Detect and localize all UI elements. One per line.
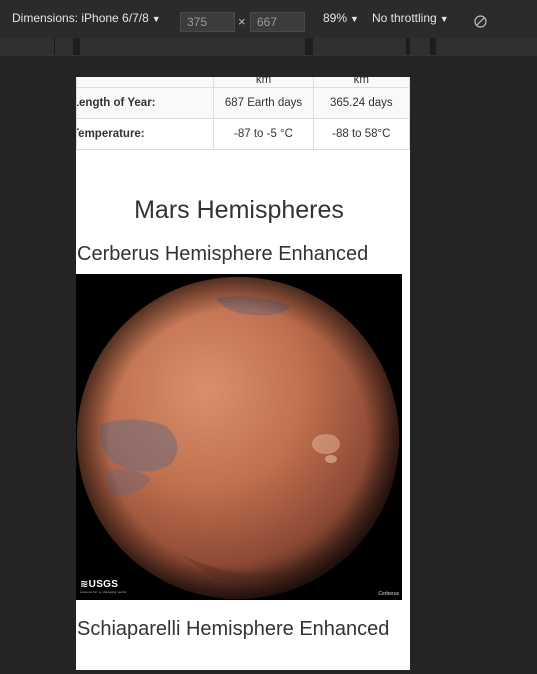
table-cell: -87 to -5 °C — [213, 118, 314, 150]
zoom-dropdown[interactable]: 89% ▼ — [323, 11, 359, 25]
dimension-separator: × — [238, 14, 246, 29]
throttling-dropdown[interactable]: No throttling ▼ — [372, 11, 449, 25]
media-query-segment[interactable] — [436, 38, 537, 55]
table-cell: km — [312, 77, 410, 88]
device-dropdown-label: Dimensions: iPhone 6/7/8 — [12, 11, 149, 25]
hemisphere-image[interactable]: ≋USGS science for a changing world Cerbe… — [76, 274, 402, 600]
usgs-logo: ≋USGS science for a changing world — [80, 579, 126, 594]
media-query-segment[interactable] — [55, 38, 74, 55]
usgs-logo-text: ≋USGS — [80, 579, 119, 590]
table-row: km km — [76, 77, 410, 88]
table-cell: Temperature: — [76, 118, 215, 150]
table-cell: km — [213, 77, 314, 88]
device-viewport[interactable]: km km Length of Year: 687 Earth days 365… — [76, 77, 410, 670]
hemisphere-title: Cerberus Hemisphere Enhanced — [77, 243, 369, 265]
table-row: Length of Year: 687 Earth days 365.24 da… — [76, 87, 410, 119]
section-title: Mars Hemispheres — [134, 196, 344, 224]
image-caption: Cerberus — [378, 591, 399, 597]
media-query-segment[interactable] — [80, 38, 306, 55]
device-toolbar: Dimensions: iPhone 6/7/8▼ × 89%▼ No thro… — [0, 0, 537, 39]
table-cell: 365.24 days — [312, 87, 410, 119]
device-dropdown[interactable]: Dimensions: iPhone 6/7/8 ▼ — [12, 11, 161, 25]
usgs-tagline: science for a changing world — [80, 590, 127, 594]
zoom-label: 89% — [323, 11, 348, 25]
table-cell: -88 to 58°C — [312, 118, 410, 150]
media-query-segment[interactable] — [0, 38, 55, 55]
table-cell: 687 Earth days — [213, 87, 314, 119]
caret-down-icon: ▼ — [439, 14, 449, 24]
caret-down-icon: ▼ — [151, 14, 161, 24]
mars-earth-comparison-table: km km Length of Year: 687 Earth days 365… — [76, 77, 410, 150]
media-query-segment[interactable] — [410, 38, 431, 55]
caret-down-icon: ▼ — [350, 14, 359, 24]
media-query-bar — [0, 38, 537, 56]
table-row: Temperature: -87 to -5 °C -88 to 58°C — [76, 118, 410, 150]
hemisphere-title: Schiaparelli Hemisphere Enhanced — [77, 618, 390, 640]
table-cell — [76, 77, 215, 88]
height-input[interactable] — [250, 12, 305, 32]
width-input[interactable] — [180, 12, 235, 32]
table-cell: Length of Year: — [76, 87, 215, 119]
rotate-icon[interactable] — [474, 15, 487, 31]
media-query-segment[interactable] — [313, 38, 407, 55]
throttling-label: No throttling — [372, 11, 437, 25]
